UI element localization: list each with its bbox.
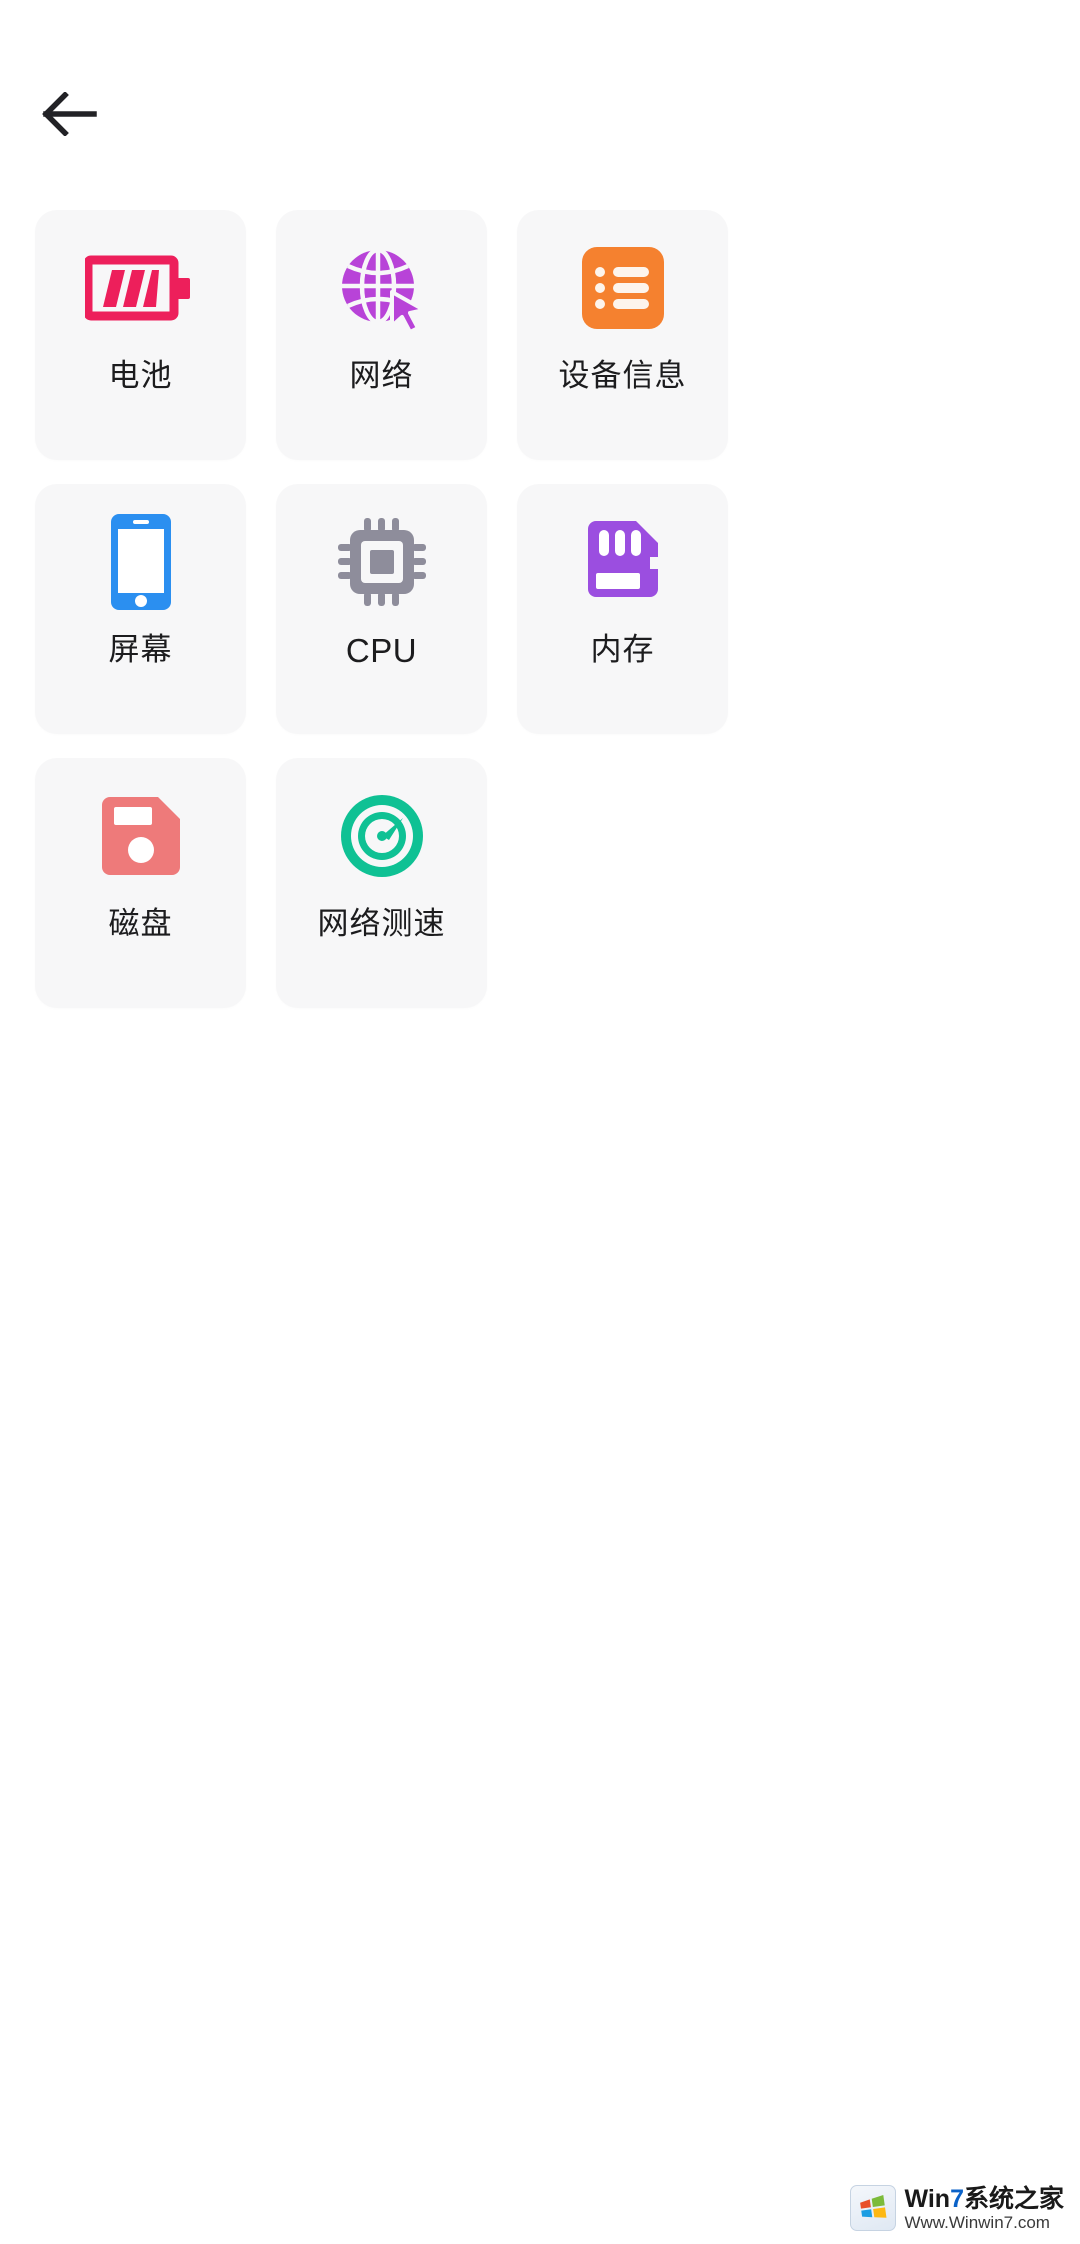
grid-item-disk[interactable]: 磁盘 (35, 758, 246, 1008)
grid-item-label: 设备信息 (558, 358, 687, 393)
grid-item-deviceinfo[interactable]: 设备信息 (517, 210, 728, 460)
grid-item-label: CPU (345, 632, 418, 669)
list-card-icon (517, 210, 728, 360)
globe-cursor-icon (276, 210, 487, 360)
windows-flag-icon (850, 2185, 897, 2232)
grid-item-cpu[interactable]: CPU (276, 484, 487, 734)
grid-item-memory[interactable]: 内存 (517, 484, 728, 734)
watermark-title-prefix: Win (904, 2184, 951, 2213)
speedometer-icon (276, 758, 487, 908)
watermark-title-accent: 7 (950, 2184, 964, 2213)
watermark-subtitle: Www.Winwin7.com (904, 2212, 1050, 2232)
grid-item-battery[interactable]: 电池 (35, 210, 246, 460)
back-button[interactable] (28, 72, 112, 156)
watermark: Win7系统之家 Www.Winwin7.com (844, 2180, 1072, 2236)
grid-item-label: 屏幕 (108, 632, 173, 667)
grid-item-label: 网络测速 (317, 906, 446, 941)
battery-icon (35, 210, 246, 360)
feature-grid: 电池 网络 设备信息 屏幕 CPU 内存 磁盘 网络测速 (35, 210, 1045, 1008)
grid-item-label: 电池 (108, 358, 173, 393)
grid-item-screen[interactable]: 屏幕 (35, 484, 246, 734)
watermark-title-suffix: 系统之家 (963, 2184, 1064, 2213)
arrow-left-icon (42, 92, 98, 136)
grid-item-label: 磁盘 (108, 906, 173, 941)
smartphone-icon (35, 484, 246, 634)
floppy-disk-icon (35, 758, 246, 908)
grid-item-network[interactable]: 网络 (276, 210, 487, 460)
top-bar (0, 0, 1080, 196)
grid-item-label: 内存 (590, 632, 655, 667)
grid-item-speedtest[interactable]: 网络测速 (276, 758, 487, 1008)
sd-card-icon (517, 484, 728, 634)
cpu-chip-icon (276, 484, 487, 634)
watermark-title: Win7系统之家 (904, 2185, 1064, 2213)
grid-item-label: 网络 (349, 358, 414, 393)
